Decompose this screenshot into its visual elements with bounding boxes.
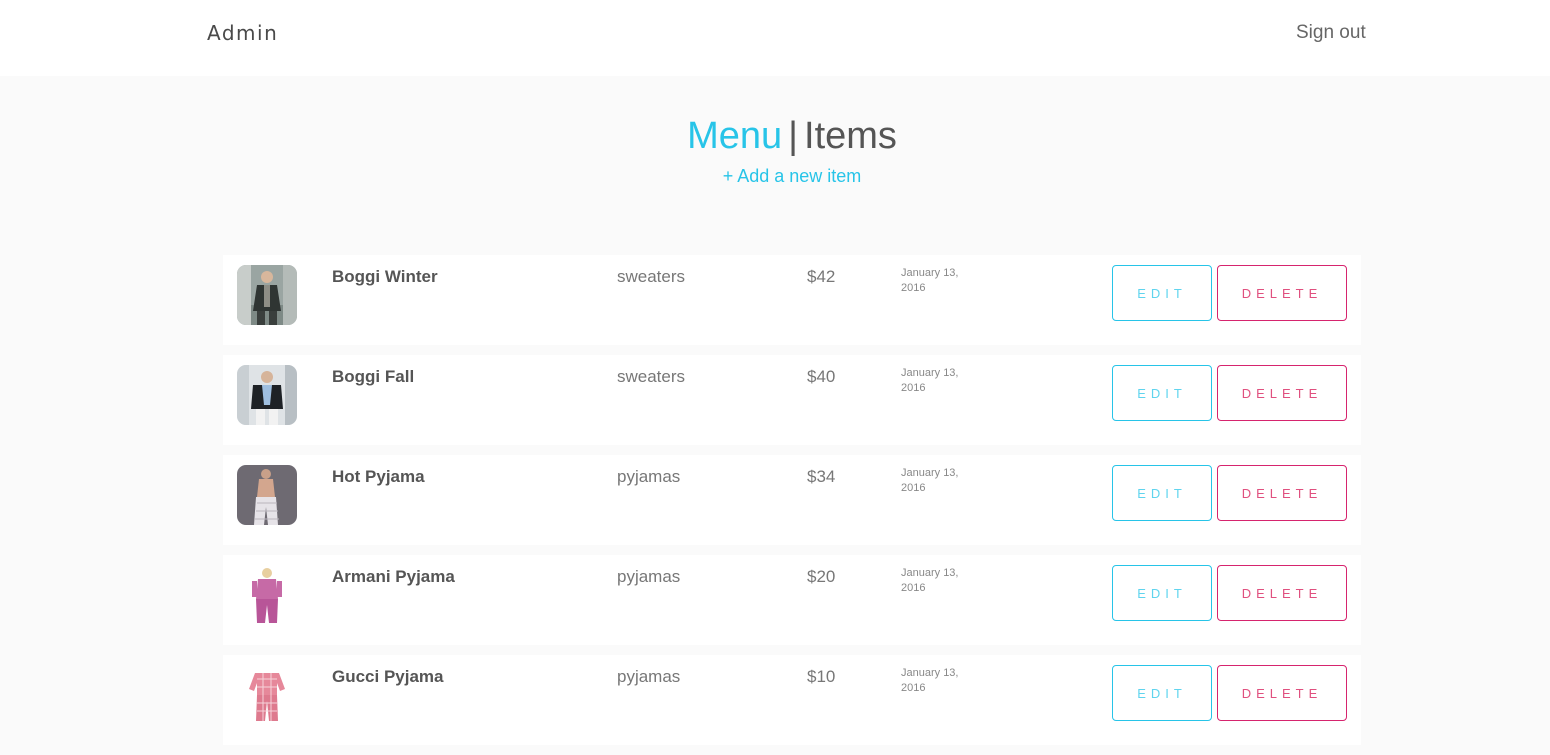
edit-button[interactable]: EDIT bbox=[1112, 365, 1212, 421]
item-category: sweaters bbox=[617, 267, 686, 286]
edit-button[interactable]: EDIT bbox=[1112, 465, 1212, 521]
delete-button[interactable]: DELETE bbox=[1217, 265, 1347, 321]
item-category: pyjamas bbox=[617, 667, 681, 686]
item-price: $42 bbox=[807, 267, 836, 286]
item-date: January 13, 2016 bbox=[901, 666, 971, 696]
item-price: $34 bbox=[807, 467, 836, 486]
top-bar: Admin Sign out bbox=[0, 0, 1550, 76]
item-name: Gucci Pyjama bbox=[332, 667, 444, 686]
edit-button[interactable]: EDIT bbox=[1112, 565, 1212, 621]
edit-button[interactable]: EDIT bbox=[1112, 665, 1212, 721]
title-menu-link[interactable]: Menu bbox=[687, 115, 782, 157]
item-category: sweaters bbox=[617, 367, 686, 386]
item-row: Gucci Pyjama pyjamas $10 January 13, 2016… bbox=[223, 655, 1361, 745]
add-new-item-link[interactable]: + Add a new item bbox=[0, 166, 1550, 187]
item-date: January 13, 2016 bbox=[901, 366, 971, 396]
item-price: $10 bbox=[807, 667, 836, 686]
item-thumbnail bbox=[237, 365, 297, 425]
item-price: $40 bbox=[807, 367, 836, 386]
page-title: Menu | Items bbox=[0, 112, 1550, 160]
item-row: Armani Pyjama pyjamas $20 January 13, 201… bbox=[223, 555, 1361, 645]
item-category: pyjamas bbox=[617, 567, 681, 586]
item-list: Boggi Winter sweaters $42 January 13, 201… bbox=[223, 255, 1361, 755]
item-date-line1: January 13, bbox=[901, 667, 959, 679]
item-thumbnail bbox=[237, 465, 297, 525]
item-date-line1: January 13, bbox=[901, 367, 959, 379]
item-name: Hot Pyjama bbox=[332, 467, 425, 486]
item-date: January 13, 2016 bbox=[901, 266, 971, 296]
delete-button[interactable]: DELETE bbox=[1217, 465, 1347, 521]
item-row: Boggi Winter sweaters $42 January 13, 201… bbox=[223, 255, 1361, 345]
item-row: Hot Pyjama pyjamas $34 January 13, 2016 E… bbox=[223, 455, 1361, 545]
title-items: Items bbox=[804, 115, 897, 157]
item-category: pyjamas bbox=[617, 467, 681, 486]
item-date-line1: January 13, bbox=[901, 567, 959, 579]
item-date: January 13, 2016 bbox=[901, 466, 971, 496]
item-thumbnail bbox=[237, 265, 297, 325]
item-name: Boggi Fall bbox=[332, 367, 415, 386]
item-date-line2: 2016 bbox=[901, 382, 926, 394]
edit-button[interactable]: EDIT bbox=[1112, 265, 1212, 321]
item-date-line1: January 13, bbox=[901, 467, 959, 479]
sign-out-link[interactable]: Sign out bbox=[1296, 22, 1366, 44]
brand-logo[interactable]: Admin bbox=[207, 21, 278, 45]
item-thumbnail bbox=[237, 665, 297, 725]
delete-button[interactable]: DELETE bbox=[1217, 365, 1347, 421]
title-separator: | bbox=[788, 115, 799, 157]
item-date-line1: January 13, bbox=[901, 267, 959, 279]
item-date-line2: 2016 bbox=[901, 682, 926, 694]
item-name: Boggi Winter bbox=[332, 267, 438, 286]
item-date-line2: 2016 bbox=[901, 482, 926, 494]
item-date-line2: 2016 bbox=[901, 282, 926, 294]
item-date: January 13, 2016 bbox=[901, 566, 971, 596]
item-row: Boggi Fall sweaters $40 January 13, 2016 … bbox=[223, 355, 1361, 445]
item-date-line2: 2016 bbox=[901, 582, 926, 594]
item-price: $20 bbox=[807, 567, 836, 586]
item-thumbnail bbox=[237, 565, 297, 625]
delete-button[interactable]: DELETE bbox=[1217, 665, 1347, 721]
delete-button[interactable]: DELETE bbox=[1217, 565, 1347, 621]
item-name: Armani Pyjama bbox=[332, 567, 455, 586]
